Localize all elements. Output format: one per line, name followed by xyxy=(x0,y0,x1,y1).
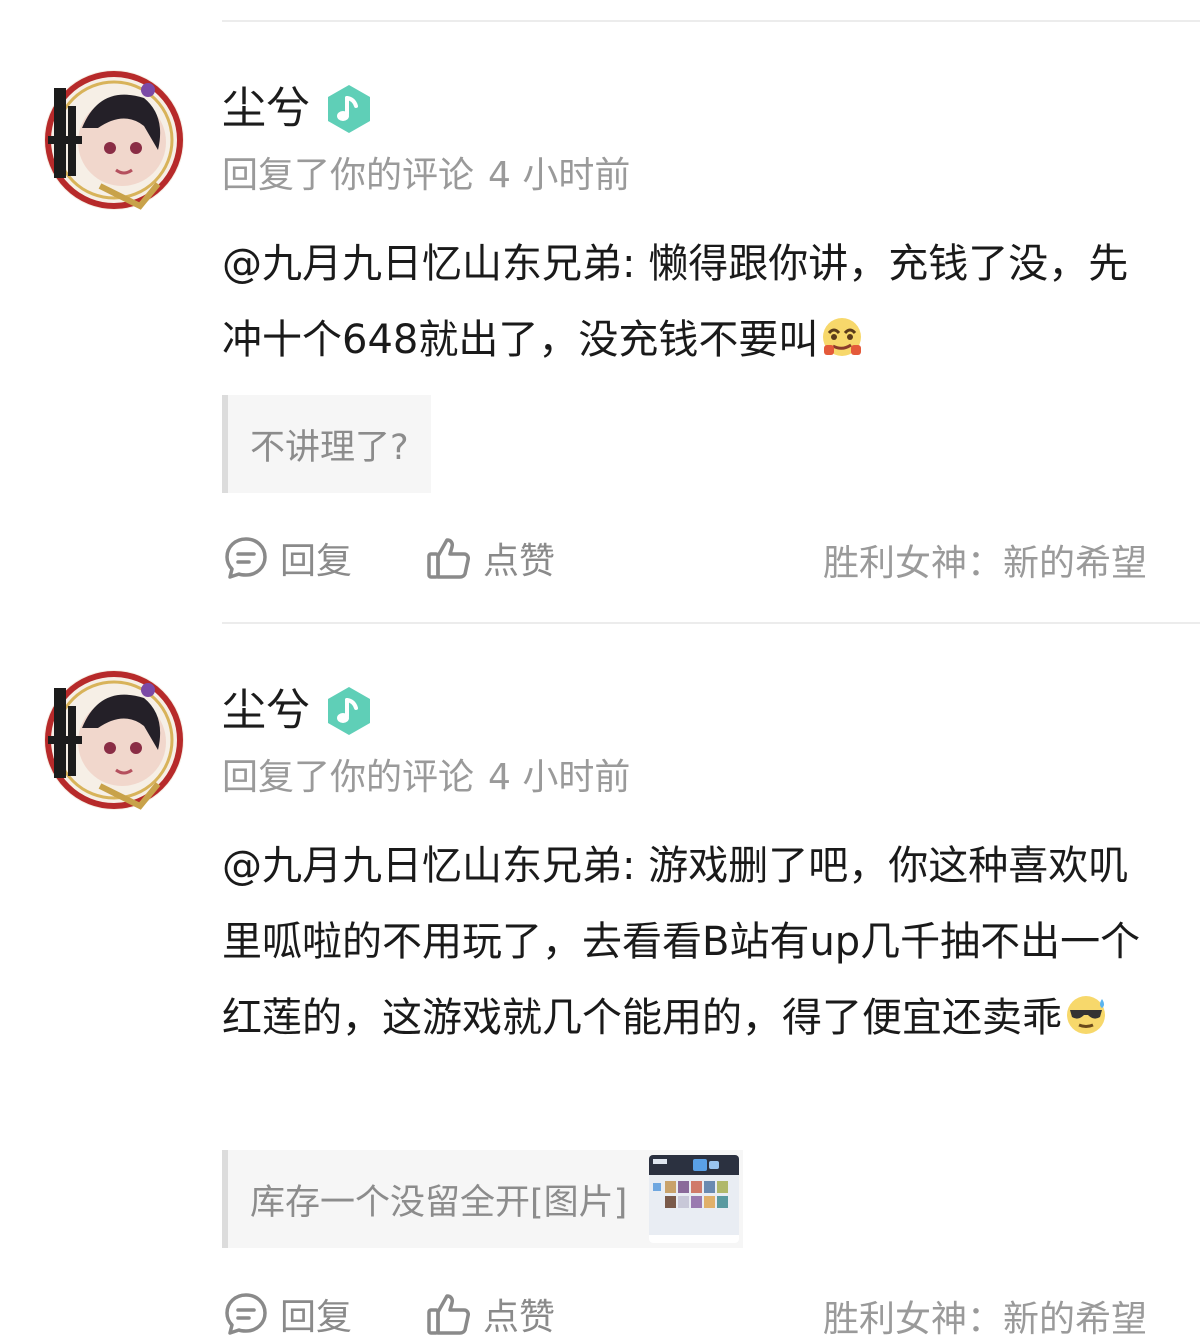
comment-content[interactable]: @九月九日忆山东兄弟: 游戏删了吧，你这种喜欢叽里呱啦的不用玩了，去看看B站有u… xyxy=(222,828,1157,1056)
username[interactable]: 尘兮 xyxy=(222,689,310,733)
action-text: 回复了你的评论 xyxy=(222,757,475,798)
username-row: 尘兮 xyxy=(222,686,374,736)
music-note-icon xyxy=(328,687,370,735)
like-label: 点赞 xyxy=(483,1297,556,1338)
comment-text: @九月九日忆山东兄弟: 游戏删了吧，你这种喜欢叽里呱啦的不用玩了，去看看B站有u… xyxy=(222,843,1141,1041)
timestamp: 4 小时前 xyxy=(488,757,631,798)
chat-bubble-icon xyxy=(225,1293,267,1335)
sweat-sunglasses-emoji xyxy=(1067,996,1105,1034)
user-avatar[interactable] xyxy=(40,666,188,814)
reply-label: 回复 xyxy=(280,1297,353,1338)
image-thumbnail[interactable] xyxy=(649,1155,740,1243)
quoted-text: 库存一个没留全开[图片] xyxy=(250,1182,628,1223)
quoted-comment[interactable]: 库存一个没留全开[图片] xyxy=(222,1150,744,1248)
reply-button[interactable]: 回复 xyxy=(222,1288,352,1340)
reply-meta: 回复了你的评论 4 小时前 xyxy=(222,760,630,796)
thumbs-up-icon xyxy=(427,1294,470,1335)
notification-item[interactable]: 尘兮 回复了你的评论 4 小时前 @九月九日忆山东兄弟: 游戏删了吧，你这种喜欢叽… xyxy=(0,0,1200,1340)
source-game[interactable]: 胜利女神：新的希望 xyxy=(823,1290,1147,1342)
action-bar: 回复 点赞 胜利女神：新的希望 xyxy=(222,1288,1147,1340)
like-button[interactable]: 点赞 xyxy=(425,1288,555,1340)
